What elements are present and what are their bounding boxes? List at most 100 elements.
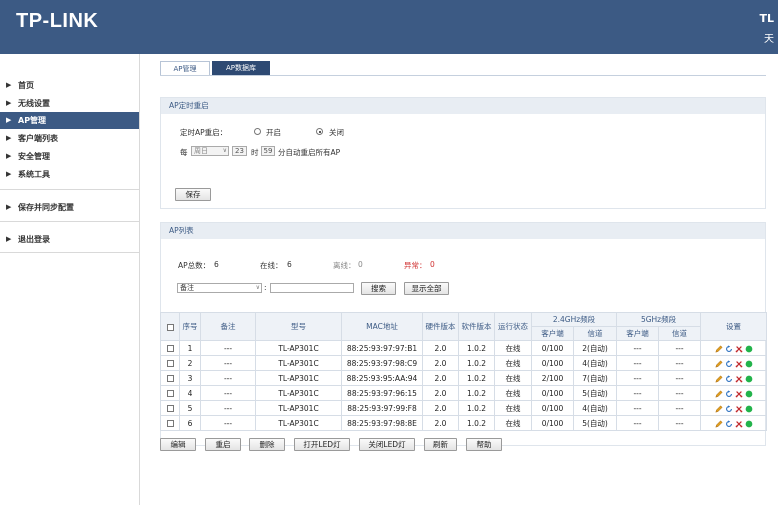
cell-sw-version: 1.0.2 (458, 355, 495, 371)
edit-button[interactable]: 编辑 (160, 438, 196, 451)
led-status-icon[interactable] (744, 359, 754, 368)
col-model: 型号 (255, 312, 342, 341)
sidebar-item-label: 无线设置 (18, 99, 50, 108)
led-status-icon[interactable] (744, 404, 754, 413)
sidebar-item-label: 客户端列表 (18, 134, 58, 143)
refresh-icon[interactable] (724, 344, 734, 353)
edit-icon[interactable] (714, 389, 724, 398)
delete-icon[interactable] (734, 419, 744, 428)
led-status-icon[interactable] (744, 344, 754, 353)
cell-sw-version: 1.0.2 (458, 385, 495, 401)
cell-2-4ghz-clients: 0/100 (531, 415, 574, 431)
row-checkbox[interactable] (166, 360, 174, 367)
refresh-icon[interactable] (724, 404, 734, 413)
led-on-button[interactable]: 打开LED灯 (294, 438, 350, 451)
refresh-icon[interactable] (724, 359, 734, 368)
reboot-button[interactable]: 重启 (205, 438, 241, 451)
cell-2-4ghz-channel: 2(自动) (572, 340, 618, 356)
cell-mac: 88:25:93:97:97:B1 (341, 340, 423, 356)
help-button[interactable]: 帮助 (466, 438, 502, 451)
col-mac: MAC地址 (341, 312, 423, 341)
col-5ghz-channel: 信道 (658, 326, 702, 341)
sidebar-item-logout[interactable]: ▶ 退出登录 (0, 231, 139, 248)
sidebar-item-home[interactable]: ▶ 首页 (0, 77, 139, 94)
search-input[interactable] (270, 283, 354, 293)
led-status-icon[interactable] (744, 389, 754, 398)
delete-icon[interactable] (734, 389, 744, 398)
select-all-checkbox[interactable] (166, 323, 174, 331)
cell-settings (700, 340, 768, 356)
table-row: 4 --- TL-AP301C 88:25:93:97:96:15 2.0 1.0.2 在线… (160, 385, 768, 401)
chevron-down-icon: ∨ (222, 147, 227, 154)
col-2-4ghz-clients: 客户端 (531, 326, 574, 341)
minute-input[interactable]: 59 (261, 146, 275, 156)
edit-icon[interactable] (714, 404, 724, 413)
delete-button[interactable]: 删除 (249, 438, 285, 451)
cell-5ghz-channel: --- (658, 415, 702, 431)
device-model-text: TL (759, 12, 774, 25)
sidebar-item-label: 首页 (18, 81, 34, 90)
show-all-button[interactable]: 显示全部 (404, 282, 449, 295)
led-status-icon[interactable] (744, 374, 754, 383)
sidebar-item-ap-management[interactable]: ▶ AP管理 (0, 112, 139, 129)
edit-icon[interactable] (714, 344, 724, 353)
sidebar-item-system-tools[interactable]: ▶ 系统工具 (0, 166, 139, 183)
cell-2-4ghz-channel: 5(自动) (572, 385, 618, 401)
cell-5ghz-clients: --- (616, 340, 660, 356)
refresh-icon[interactable] (724, 419, 734, 428)
cell-hw-version: 2.0 (422, 385, 459, 401)
delete-icon[interactable] (734, 359, 744, 368)
cell-model: TL-AP301C (255, 370, 342, 386)
refresh-icon[interactable] (724, 389, 734, 398)
cell-index: 1 (179, 340, 201, 356)
cell-note: --- (200, 415, 256, 431)
cell-note: --- (200, 355, 256, 371)
delete-icon[interactable] (734, 374, 744, 383)
reboot-off-radio[interactable] (316, 128, 323, 135)
sidebar-item-save-sync[interactable]: ▶ 保存并同步配置 (0, 199, 139, 216)
table-row: 6 --- TL-AP301C 88:25:93:97:98:8E 2.0 1.0.2 在线… (160, 415, 768, 431)
tab-ap-database[interactable]: AP数据库 (212, 61, 270, 76)
edit-icon[interactable] (714, 374, 724, 383)
cell-2-4ghz-clients: 0/100 (531, 385, 574, 401)
sidebar-item-wireless[interactable]: ▶ 无线设置 (0, 95, 139, 112)
sidebar-divider (0, 189, 139, 190)
col-status: 运行状态 (494, 312, 532, 341)
row-checkbox[interactable] (166, 405, 174, 412)
chevron-right-icon: ▶ (6, 203, 12, 211)
tab-ap-management[interactable]: AP管理 (160, 61, 210, 76)
led-status-icon[interactable] (744, 419, 754, 428)
row-select-cell (160, 355, 180, 371)
cell-5ghz-clients: --- (616, 370, 660, 386)
row-checkbox[interactable] (166, 420, 174, 427)
search-button[interactable]: 搜索 (361, 282, 396, 295)
refresh-icon[interactable] (724, 374, 734, 383)
abnormal-label: 异常： (404, 261, 427, 270)
weekday-select[interactable]: 周日 ∨ (191, 146, 229, 156)
cell-note: --- (200, 370, 256, 386)
chevron-right-icon: ▶ (6, 235, 12, 243)
delete-icon[interactable] (734, 404, 744, 413)
led-off-button[interactable]: 关闭LED灯 (359, 438, 415, 451)
sidebar-divider (0, 221, 139, 222)
online-label: 在线： (260, 261, 283, 270)
col-settings: 设置 (700, 312, 768, 341)
cell-settings (700, 415, 768, 431)
save-button[interactable]: 保存 (175, 188, 211, 201)
row-checkbox[interactable] (166, 345, 174, 352)
row-checkbox[interactable] (166, 375, 174, 382)
reboot-on-radio[interactable] (254, 128, 261, 135)
delete-icon[interactable] (734, 344, 744, 353)
hour-input[interactable]: 23 (232, 146, 247, 156)
cell-status: 在线 (494, 385, 532, 401)
filter-field-select[interactable]: 备注 ∨ (177, 283, 262, 293)
row-select-cell (160, 415, 180, 431)
edit-icon[interactable] (714, 419, 724, 428)
sidebar-item-client-list[interactable]: ▶ 客户端列表 (0, 130, 139, 147)
sidebar-item-security[interactable]: ▶ 安全管理 (0, 148, 139, 165)
filter-field-value: 备注 (180, 284, 194, 292)
edit-icon[interactable] (714, 359, 724, 368)
refresh-button[interactable]: 刷新 (424, 438, 457, 451)
cell-2-4ghz-channel: 7(自动) (572, 370, 618, 386)
row-checkbox[interactable] (166, 390, 174, 397)
